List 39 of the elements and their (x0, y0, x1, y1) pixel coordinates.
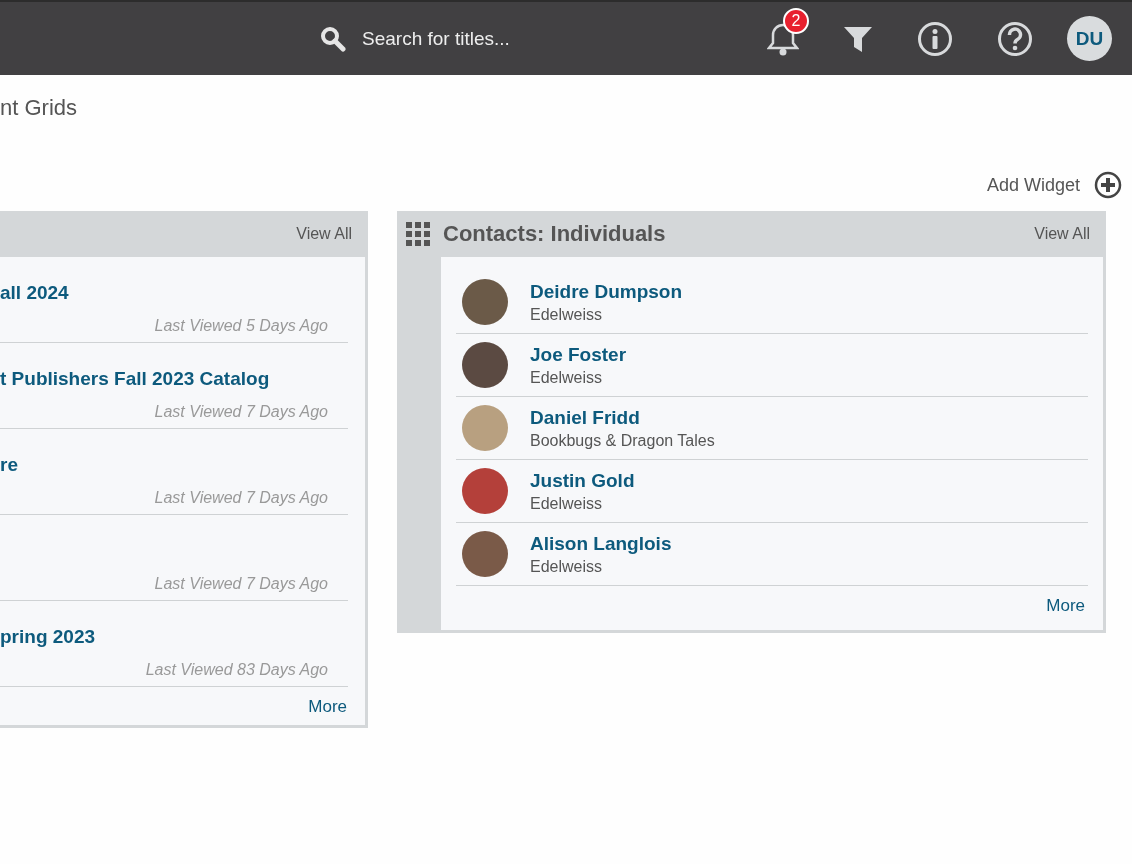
avatar-photo-placeholder (462, 468, 508, 514)
avatar-photo-placeholder (462, 279, 508, 325)
contact-organization: Edelweiss (530, 494, 604, 513)
info-icon[interactable] (917, 20, 953, 57)
catalog-title[interactable]: all 2024 (0, 282, 69, 303)
help-icon[interactable] (997, 20, 1033, 57)
view-all-link[interactable]: View All (1034, 225, 1090, 243)
contact-organization: Edelweiss (530, 305, 604, 324)
notification-badge: 2 (783, 7, 809, 34)
catalog-title[interactable]: pring 2023 (0, 626, 96, 647)
avatar-photo-placeholder (462, 531, 508, 577)
contact-name[interactable]: Alison Langlois (530, 532, 672, 555)
last-viewed-text: Last Viewed 7 Days Ago (154, 403, 328, 420)
search-field[interactable]: Search for titles... (360, 26, 664, 51)
catalog-title[interactable]: re (0, 454, 18, 475)
user-avatar[interactable]: DU (1067, 16, 1112, 61)
view-all-link[interactable]: View All (296, 225, 352, 243)
last-viewed-text: Last Viewed 5 Days Ago (154, 317, 328, 334)
catalog-title[interactable]: t Publishers Fall 2023 Catalog (0, 368, 270, 389)
contact-organization: Edelweiss (530, 368, 604, 387)
last-viewed-text: Last Viewed 7 Days Ago (154, 489, 328, 506)
add-widget-link[interactable]: Add Widget (986, 174, 1080, 196)
contact-name[interactable]: Joe Foster (530, 343, 627, 366)
contact-name[interactable]: Deidre Dumpson (530, 280, 683, 303)
last-viewed-text: Last Viewed 83 Days Ago (145, 661, 328, 678)
last-viewed-text: Last Viewed 7 Days Ago (154, 575, 328, 592)
contact-organization: Bookbugs & Dragon Tales (530, 431, 715, 450)
more-link[interactable]: More (308, 697, 347, 717)
widget-title: Contacts: Individuals (443, 221, 666, 247)
avatar-photo-placeholder (462, 342, 508, 388)
contact-name[interactable]: Daniel Fridd (530, 406, 715, 429)
plus-circle-icon[interactable] (1094, 171, 1122, 199)
page-title: nt Grids (0, 95, 79, 121)
contact-organization: Edelweiss (530, 557, 604, 576)
avatar-photo-placeholder (462, 405, 508, 451)
drag-grid-icon[interactable] (405, 221, 431, 247)
search-icon[interactable] (320, 25, 346, 52)
contact-name[interactable]: Justin Gold (530, 469, 635, 492)
more-link[interactable]: More (1046, 596, 1085, 616)
